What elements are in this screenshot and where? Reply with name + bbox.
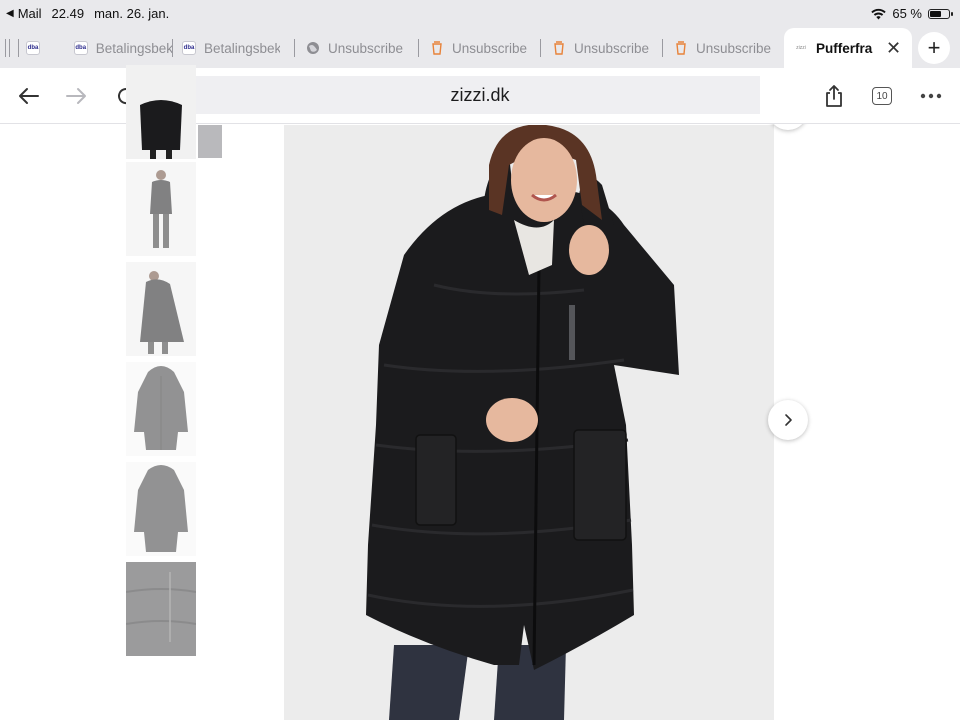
product-thumbnail[interactable]	[126, 362, 196, 456]
more-button[interactable]	[917, 82, 945, 110]
product-thumbnail[interactable]	[126, 462, 196, 556]
tab-label: Pufferfra	[816, 40, 873, 56]
product-thumbnail[interactable]	[126, 262, 196, 356]
thumbnail-scroll-indicator	[198, 125, 222, 158]
arrow-left-icon	[19, 88, 39, 104]
dba-favicon: dba	[26, 41, 40, 55]
tab-bar: dba dba Betalingsbek dba Betalingsbek Un…	[0, 28, 960, 68]
tab-separator	[18, 39, 19, 57]
tab-overflow-indicator	[5, 39, 10, 57]
tab-item[interactable]: dba dba Betalingsbek	[18, 28, 172, 68]
battery-fill	[930, 10, 941, 17]
tab-separator	[294, 39, 295, 57]
tab-label: Unsubscribe	[452, 40, 528, 56]
address-bar[interactable]: zizzi.dk	[160, 76, 800, 114]
thumbnail-image	[126, 462, 196, 556]
cup-favicon	[554, 41, 564, 55]
url-text[interactable]: zizzi.dk	[450, 85, 509, 106]
thumbnail-image	[126, 262, 196, 356]
tab-item[interactable]: Unsubscribe	[294, 28, 426, 68]
close-tab-icon[interactable]: ✕	[886, 38, 901, 59]
wifi-icon	[871, 8, 887, 19]
tab-item[interactable]: Unsubscribe	[662, 28, 792, 68]
battery-percent: 65 %	[892, 6, 922, 21]
tab-item[interactable]: Unsubscribe	[418, 28, 548, 68]
thumbnail-image	[126, 162, 196, 256]
tab-active[interactable]: zizzi Pufferfra ✕	[784, 28, 912, 68]
dba-favicon: dba	[182, 41, 196, 55]
cup-favicon	[432, 41, 442, 55]
toolbar-overlap-mask	[760, 68, 820, 124]
arrow-right-icon	[66, 88, 86, 104]
tab-label: Betalingsbek	[204, 40, 280, 56]
tab-overview-button[interactable]: 10	[868, 82, 896, 110]
tab-label: Betalingsbek	[95, 40, 172, 56]
back-to-app-icon[interactable]: ◀	[6, 8, 14, 19]
product-hero-image[interactable]	[284, 125, 774, 720]
gallery-next-button[interactable]	[768, 400, 808, 440]
zizzi-favicon: zizzi	[794, 41, 808, 55]
thumbnail-image	[126, 562, 196, 656]
status-bar: ◀ Mail 22.49 man. 26. jan. 65 %	[0, 0, 960, 28]
tab-separator	[540, 39, 541, 57]
tab-separator	[172, 39, 173, 57]
tab-separator	[662, 39, 663, 57]
chevron-right-icon	[785, 414, 792, 426]
tab-label: Unsubscribe	[574, 40, 650, 56]
globe-icon	[307, 42, 319, 54]
back-to-app-label[interactable]: Mail	[18, 6, 42, 21]
back-button[interactable]	[14, 82, 42, 110]
coat-model-image	[284, 125, 774, 720]
thumbnail-image	[126, 65, 196, 159]
new-tab-button[interactable]: +	[918, 32, 950, 64]
dba-favicon: dba	[73, 41, 88, 55]
share-button[interactable]	[820, 82, 848, 110]
share-icon	[826, 85, 842, 107]
tab-separator	[418, 39, 419, 57]
tab-item[interactable]: dba Betalingsbek	[172, 28, 302, 68]
product-thumbnail[interactable]	[126, 65, 196, 159]
cup-favicon	[676, 41, 686, 55]
tab-label: Unsubscribe	[696, 40, 772, 56]
forward-button[interactable]	[63, 82, 91, 110]
tab-label: Unsubscribe	[328, 40, 404, 56]
status-time: 22.49	[51, 6, 85, 21]
product-thumbnail[interactable]	[126, 162, 196, 256]
product-thumbnail[interactable]	[126, 562, 196, 656]
status-date: man. 26. jan.	[94, 6, 170, 21]
plus-icon: +	[927, 35, 941, 60]
more-icon	[920, 93, 942, 99]
battery-icon	[928, 8, 953, 19]
thumbnail-image	[126, 362, 196, 456]
tab-count: 10	[872, 87, 892, 105]
tab-item[interactable]: Unsubscribe	[540, 28, 670, 68]
